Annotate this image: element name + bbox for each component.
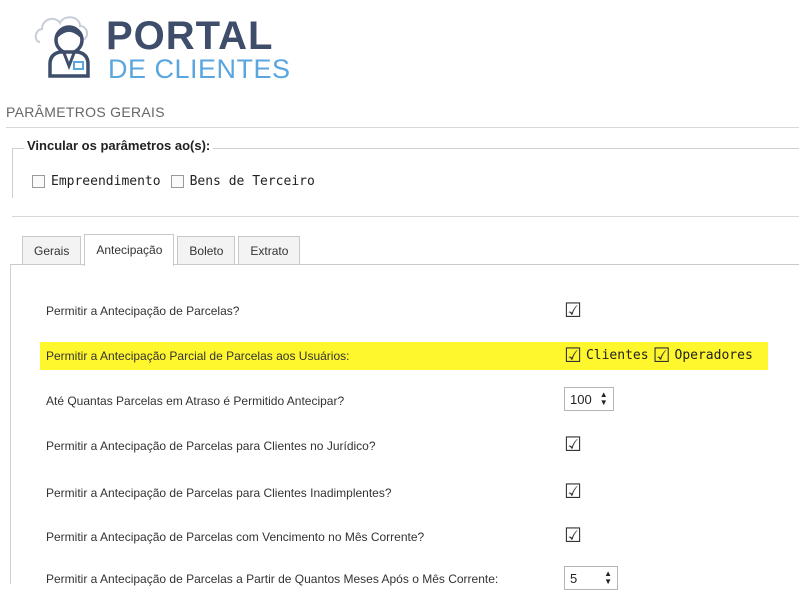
tab-boleto[interactable]: Boleto xyxy=(177,236,236,265)
brand-title: PORTAL xyxy=(106,14,274,58)
check-icon: ☑ xyxy=(564,298,582,322)
row-label: Permitir a Antecipação de Parcelas para … xyxy=(46,439,376,453)
link-options: Empreendimento Bens de Terceiro xyxy=(32,174,325,189)
check-icon: ☑ xyxy=(564,523,582,547)
partial-anticipation-options: ☑ Clientes ☑ Operadores xyxy=(564,345,757,365)
tab-panel-border xyxy=(10,264,11,584)
page-title: PARÂMETROS GERAIS xyxy=(6,104,165,120)
allow-anticipation-checkbox[interactable]: ☑ xyxy=(564,300,582,320)
bens-de-terceiro-label: Bens de Terceiro xyxy=(189,174,315,189)
tab-bar: Gerais Antecipação Boleto Extrato xyxy=(22,234,303,266)
check-icon: ☑ xyxy=(564,432,582,456)
brand-subtitle: DE CLIENTES xyxy=(108,54,291,84)
legal-clients-checkbox[interactable]: ☑ xyxy=(564,434,582,454)
row-label: Até Quantas Parcelas em Atraso é Permiti… xyxy=(46,394,345,408)
tab-antecipacao[interactable]: Antecipação xyxy=(84,234,175,266)
defaulting-clients-checkbox[interactable]: ☑ xyxy=(564,481,582,501)
overdue-installments-spinner[interactable]: 100 ▲ ▼ xyxy=(564,387,614,411)
current-month-checkbox[interactable]: ☑ xyxy=(564,525,582,545)
empreendimento-checkbox[interactable] xyxy=(32,175,45,188)
operadores-checkbox[interactable]: ☑ xyxy=(653,345,671,365)
operadores-label: Operadores xyxy=(674,347,753,363)
row-label: Permitir a Antecipação Parcial de Parcel… xyxy=(46,349,350,363)
spinner-value: 100 xyxy=(570,391,592,407)
group-legend: Vincular os parâmetros ao(s): xyxy=(24,138,214,153)
months-after-spinner[interactable]: 5 ▲ ▼ xyxy=(564,566,618,590)
portal-logo: PORTAL DE CLIENTES xyxy=(34,10,294,84)
empreendimento-label: Empreendimento xyxy=(51,174,161,189)
check-icon: ☑ xyxy=(564,479,582,503)
spinner-arrows-icon[interactable]: ▲ ▼ xyxy=(600,391,613,407)
row-label: Permitir a Antecipação de Parcelas com V… xyxy=(46,530,425,544)
clientes-label: Clientes xyxy=(585,347,649,363)
link-params-group: Vincular os parâmetros ao(s): Empreendim… xyxy=(12,138,799,198)
row-label: Permitir a Antecipação de Parcelas? xyxy=(46,304,240,318)
bens-de-terceiro-checkbox[interactable] xyxy=(170,175,184,188)
spinner-box[interactable]: 100 ▲ ▼ xyxy=(564,387,614,411)
client-user-icon xyxy=(34,16,90,78)
divider xyxy=(12,216,799,217)
divider xyxy=(6,127,799,128)
tab-gerais[interactable]: Gerais xyxy=(22,236,82,265)
spinner-value: 5 xyxy=(570,570,578,586)
row-label: Permitir a Antecipação de Parcelas para … xyxy=(46,486,392,500)
spinner-box[interactable]: 5 ▲ ▼ xyxy=(564,566,618,590)
clientes-checkbox[interactable]: ☑ xyxy=(564,345,582,365)
group-border xyxy=(12,148,13,198)
tab-extrato[interactable]: Extrato xyxy=(238,236,301,265)
